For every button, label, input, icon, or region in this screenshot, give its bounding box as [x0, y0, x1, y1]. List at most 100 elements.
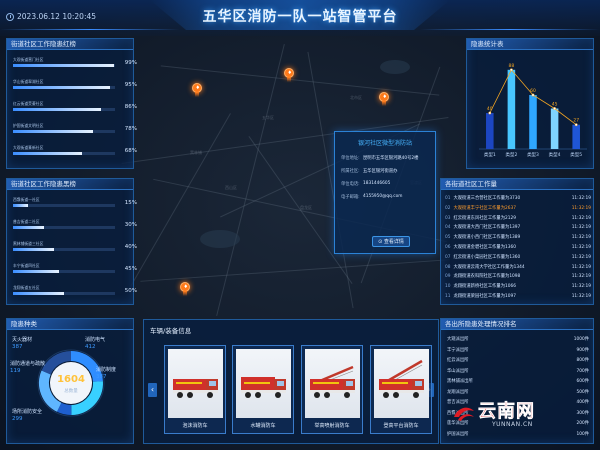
hazard-type-label: 消防电气 412: [85, 336, 105, 350]
rank-row: 普吉街道二社区 30%: [13, 219, 137, 229]
vehicle-card[interactable]: 登高平台消防车: [370, 345, 432, 434]
hazard-type-name: 消防制度: [96, 367, 117, 373]
row-index: 01: [445, 196, 451, 201]
vehicle-card[interactable]: 水罐消防车: [232, 345, 294, 434]
list-item[interactable]: 04 大观街道大西门社区工作量为1397 11:32:19: [445, 224, 595, 232]
hazard-total: 1604: [57, 374, 85, 385]
datetime-text: 2023.06.12 10:20:45: [17, 12, 97, 21]
fire-station-marker[interactable]: ♦: [191, 83, 203, 97]
row-index: 06: [445, 245, 451, 250]
row-count: 1000件: [573, 337, 589, 342]
rank-row: 红云街道茭菱社区 86%: [13, 101, 137, 111]
progress-fill: [13, 64, 114, 67]
datetime: 2023.06.12 10:20:45: [6, 12, 96, 21]
yunnan-logo-icon: [454, 407, 474, 421]
rank-percent: 68%: [124, 148, 137, 154]
row-index: 08: [445, 264, 451, 270]
list-item[interactable]: 华山派出所 700件: [447, 368, 597, 376]
row-time: 11:32:19: [571, 254, 591, 260]
data-label: 60: [530, 88, 536, 94]
popup-row: 单位地址: 昆明市五华区银河路40号2楼: [341, 155, 435, 161]
tick-label: 类型1: [484, 151, 496, 158]
rank-percent: 45%: [124, 266, 137, 272]
fire-station-marker[interactable]: ♦: [283, 68, 295, 82]
station-popup: 银河社区微型消防站 单位地址: 昆明市五华区银河路40号2楼 所属社区: 五华区银河街…: [334, 131, 436, 254]
rank-row: 护国街道文明社区 78%: [13, 123, 137, 133]
list-item[interactable]: 11 龙翔街道梁园社区工作量为1097 11:32:19: [445, 293, 595, 301]
list-item[interactable]: 02 大观街道丰宁社区工作量为2637 11:32:19: [445, 205, 595, 213]
hazard-type-name: 场所消防安全: [12, 409, 43, 415]
fire-station-marker[interactable]: ♦: [179, 282, 191, 296]
workload-panel: 各街道社区工作量 01 大观街道三合营社区工作量为3730 11:32:19 02 大观…: [440, 178, 594, 305]
rank-percent: 30%: [124, 222, 137, 228]
panel-title: 隐患种类: [7, 319, 133, 330]
progress-fill: [13, 270, 59, 273]
hazard-type-label: 消防制度 387: [96, 366, 116, 380]
row-index: 04: [445, 225, 451, 231]
list-item[interactable]: 07 红云街道小菜园社区工作量为1360 11:32:19: [445, 254, 595, 262]
vehicle-card[interactable]: 泡沫消防车: [164, 345, 226, 434]
row-index: 07: [445, 254, 451, 260]
popup-row: 所属社区: 五华区银河街道办: [341, 168, 435, 174]
popup-row: 电子邮箱: 4155950@qq.com: [341, 194, 435, 200]
watermark: 云南网 YUNNAN.CN: [452, 397, 592, 437]
row-time: 11:32:19: [571, 294, 591, 299]
row-text: 大观街道丰宁社区工作量为2637: [453, 205, 516, 211]
rank-row: 西翥街道一社区 15%: [13, 197, 137, 207]
popup-row-key: 所属社区:: [341, 169, 360, 174]
vehicle-image: [236, 349, 291, 418]
chart-bar: [572, 124, 580, 149]
progress-track: [13, 248, 115, 251]
row-time: 11:32:19: [571, 245, 591, 250]
panel-title: 各出所隐患处理情况排名: [441, 319, 593, 330]
row-text: 龙翔街道新桥社区工作量为1066: [453, 284, 516, 290]
tick-label: 类型4: [549, 151, 561, 158]
vehicle-name: 泡沫消防车: [182, 423, 208, 429]
progress-fill: [13, 86, 110, 89]
list-item[interactable]: 09 龙翔街道农科院社区工作量为1098 11:32:19: [445, 273, 595, 281]
view-details-button[interactable]: ⊙ 查看详情: [372, 236, 410, 247]
chart-bar: [529, 95, 537, 149]
carousel-prev-button[interactable]: ‹: [148, 383, 157, 397]
row-text: 大观派出所: [447, 337, 469, 342]
rank-percent: 15%: [124, 200, 137, 206]
row-count: 700件: [576, 368, 590, 374]
vehicle-card[interactable]: 举高喷射消防车: [301, 345, 363, 434]
popup-row-value: 1831446605: [363, 181, 391, 186]
tick-label: 类型2: [505, 151, 517, 158]
progress-fill: [13, 152, 83, 155]
list-item[interactable]: 08 大观街道云南大学社区工作量为1344 11:32:19: [445, 264, 595, 272]
fire-station-marker[interactable]: ♦: [378, 92, 390, 106]
progress-track: [13, 270, 115, 273]
donut-segment: [56, 402, 72, 415]
hazard-type-value: 387: [96, 374, 107, 380]
list-item[interactable]: 05 大观街道小西门社区工作量为1389 11:32:19: [445, 234, 595, 242]
hazard-type-value: 412: [85, 344, 96, 350]
progress-track: [13, 86, 115, 89]
list-item[interactable]: 10 龙翔街道新桥社区工作量为1066 11:32:19: [445, 283, 595, 291]
list-item[interactable]: 黑林铺派出所 600件: [447, 378, 597, 386]
progress-track: [13, 108, 115, 111]
rank-percent: 50%: [124, 288, 137, 294]
list-item[interactable]: 06 大观街道金碧社区工作量为1360 11:32:19: [445, 244, 595, 252]
rank-label: 西翥街道一社区: [13, 197, 40, 202]
rank-label: 龙翔街道五社区: [13, 285, 40, 290]
vehicle-image: [168, 349, 223, 418]
list-item[interactable]: 红云派出所 800件: [447, 357, 597, 365]
chart-bar: [486, 113, 494, 149]
list-item[interactable]: 01 大观街道三合营社区工作量为3730 11:32:19: [445, 195, 595, 203]
rank-label: 丰宁街道四社区: [13, 263, 40, 268]
list-item[interactable]: 龙翔派出所 500件: [447, 389, 597, 397]
row-text: 龙翔街道梁园社区工作量为1097: [453, 294, 516, 299]
row-text: 丰宁派出所: [447, 347, 469, 353]
tick-label: 类型3: [527, 151, 539, 158]
progress-track: [13, 130, 115, 133]
hazard-type-value: 387: [12, 344, 23, 350]
row-text: 龙翔街道农科院社区工作量为1098: [453, 274, 521, 280]
list-item[interactable]: 03 红云街道东风社区工作量为2129 11:32:19: [445, 215, 595, 223]
progress-fill: [13, 204, 29, 207]
list-item[interactable]: 丰宁派出所 900件: [447, 347, 597, 355]
list-item[interactable]: 大观派出所 1000件: [447, 336, 597, 344]
hazard-total-label: 总数量: [64, 389, 78, 394]
vehicle-image: [305, 349, 360, 418]
